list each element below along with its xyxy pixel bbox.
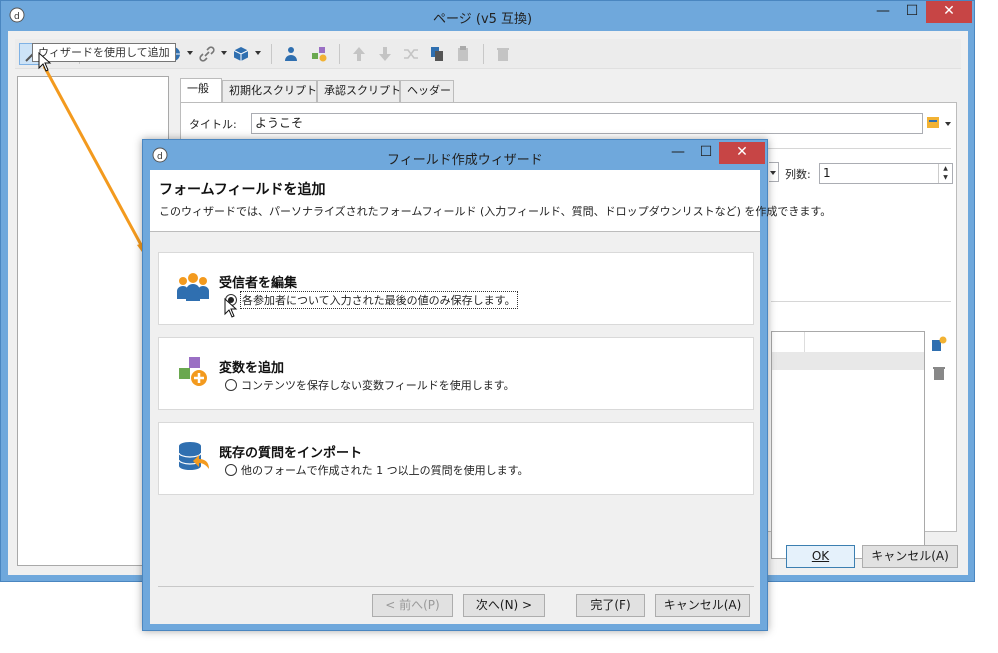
next-button[interactable]: 次へ(N) >	[463, 594, 545, 617]
option-label[interactable]: 他のフォームで作成された 1 つ以上の質問を使用します。	[241, 462, 529, 478]
wizard-maximize-button[interactable]: ☐	[691, 142, 721, 164]
title-label: タイトル:	[189, 118, 237, 131]
mouse-cursor-icon	[38, 52, 52, 72]
wizard-close-button[interactable]: ✕	[719, 142, 765, 164]
section-divider	[771, 301, 951, 302]
option-edit-recipient[interactable]: 受信者を編集 各参加者について入力された最後の値のみ保存します。	[158, 252, 754, 325]
cancel-button[interactable]: キャンセル(A)	[862, 545, 958, 568]
personalization-dropdown[interactable]	[945, 122, 951, 126]
tab-header[interactable]: ヘッダー	[400, 80, 454, 102]
svg-text:d: d	[157, 152, 163, 162]
svg-text:d: d	[14, 12, 20, 22]
option-title: 既存の質問をインポート	[219, 446, 363, 461]
container-dropdown[interactable]	[255, 51, 261, 55]
tab-general[interactable]: 一般	[180, 78, 222, 102]
field-wizard-window: d フィールド作成ウィザード — ☐ ✕ フォームフィールドを追加 このウィザー…	[142, 139, 831, 631]
mouse-cursor-icon	[224, 297, 238, 318]
maximize-button[interactable]: ☐	[897, 1, 927, 23]
columns-value: 1	[823, 166, 831, 180]
ok-button[interactable]: OK	[786, 545, 855, 568]
toolbar-separator	[339, 44, 340, 64]
app-logo-icon: d	[152, 147, 168, 163]
option-add-variable[interactable]: 変数を追加 コンテンツを保存しない変数フィールドを使用します。	[158, 337, 754, 410]
option-radio[interactable]	[225, 464, 237, 476]
container-button[interactable]	[229, 43, 253, 65]
toolbar-separator	[271, 44, 272, 64]
option-import-questions[interactable]: 既存の質問をインポート 他のフォームで作成された 1 つ以上の質問を使用します。	[158, 422, 754, 495]
wizard-window-title: フィールド作成ウィザード	[387, 153, 543, 168]
option-title: 受信者を編集	[219, 276, 298, 291]
field-list[interactable]	[771, 331, 925, 559]
columns-input[interactable]: 1 ▲ ▼	[819, 163, 953, 184]
trash-icon	[497, 48, 509, 61]
toolbar-separator	[483, 44, 484, 64]
footer-divider	[158, 586, 754, 587]
columns-label: 列数:	[785, 168, 811, 181]
ok-button-label: OK	[811, 549, 830, 563]
database-import-icon	[178, 442, 209, 470]
delete-button[interactable]	[491, 43, 515, 65]
wizard-cancel-button[interactable]: キャンセル(A)	[655, 594, 750, 617]
wizard-client-area: フォームフィールドを追加 このウィザードでは、パーソナライズされたフォームフィー…	[150, 170, 831, 624]
paste-button[interactable]	[451, 43, 475, 65]
arrow-down-icon	[379, 47, 391, 61]
wizard-description: このウィザードでは、パーソナライズされたフォームフィールド (入力フィールド、質…	[159, 205, 832, 218]
field-list-row[interactable]	[772, 352, 924, 370]
option-radio[interactable]	[225, 379, 237, 391]
tab-init-script[interactable]: 初期化スクリプト	[222, 80, 317, 102]
wizard-tooltip: ウィザードを使用して追加	[32, 43, 176, 62]
link-dropdown[interactable]	[221, 51, 227, 55]
box-icon	[233, 47, 249, 61]
app-logo-icon: d	[9, 7, 25, 23]
move-down-button[interactable]	[373, 43, 397, 65]
option-title: 変数を追加	[219, 361, 285, 376]
person-icon	[285, 47, 297, 61]
move-up-button[interactable]	[347, 43, 371, 65]
shuffle-button[interactable]	[399, 43, 423, 65]
shuffle-icon	[404, 49, 418, 59]
outer-titlebar[interactable]: d ページ (v5 互換) — ☐ ✕	[1, 1, 974, 31]
title-input[interactable]: ようこそ	[251, 113, 923, 134]
dropdown-arrow[interactable]	[769, 162, 779, 182]
clipboard-icon	[458, 46, 468, 61]
columns-spinner[interactable]: ▲ ▼	[938, 164, 952, 183]
add-field-icon[interactable]	[931, 336, 947, 352]
add-variable-button[interactable]	[307, 43, 331, 65]
personalization-icon[interactable]	[927, 116, 943, 130]
wizard-header: フォームフィールドを追加 このウィザードでは、パーソナライズされたフォームフィー…	[150, 170, 831, 232]
add-variable-icon	[312, 47, 327, 62]
arrow-up-icon	[353, 47, 365, 61]
option-label[interactable]: 各参加者について入力された最後の値のみ保存します。	[240, 291, 518, 309]
people-group-icon	[177, 273, 209, 301]
minimize-button[interactable]: —	[868, 1, 898, 23]
wizard-heading: フォームフィールドを追加	[159, 182, 326, 198]
recipient-button[interactable]	[279, 43, 303, 65]
link-icon	[199, 46, 215, 62]
wizard-minimize-button[interactable]: —	[663, 142, 693, 164]
delete-field-icon[interactable]	[931, 365, 947, 381]
wizard-titlebar[interactable]: d フィールド作成ウィザード — ☐ ✕	[143, 140, 767, 170]
finish-button[interactable]: 完了(F)	[576, 594, 645, 617]
back-button[interactable]: < 前へ(P)	[372, 594, 453, 617]
add-variable-icon	[179, 357, 207, 386]
web-dropdown[interactable]	[187, 51, 193, 55]
tab-approval-script[interactable]: 承認スクリプト	[317, 80, 401, 102]
close-button[interactable]: ✕	[926, 1, 972, 23]
outer-window-title: ページ (v5 互換)	[433, 12, 533, 27]
copy-icon	[431, 47, 443, 61]
option-label[interactable]: コンテンツを保存しない変数フィールドを使用します。	[241, 377, 515, 393]
link-button[interactable]	[195, 43, 219, 65]
copy-button[interactable]	[425, 43, 449, 65]
